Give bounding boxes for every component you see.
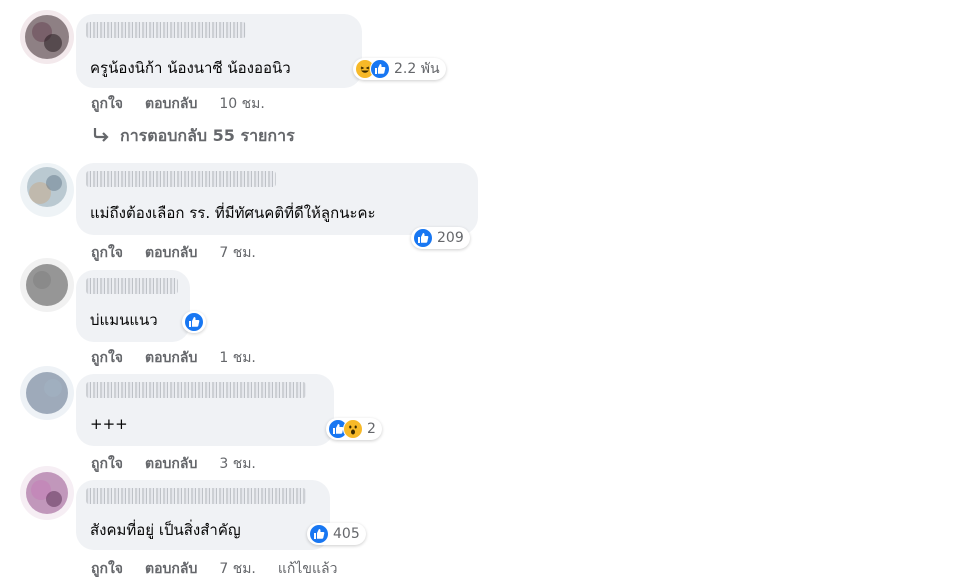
avatar[interactable]: [20, 466, 74, 520]
like-button[interactable]: ถูกใจ: [91, 347, 123, 369]
comment-text: บ่แมนแนว: [90, 311, 158, 329]
avatar[interactable]: [20, 258, 74, 312]
reply-button[interactable]: ตอบกลับ: [145, 93, 197, 115]
author-name[interactable]: [86, 278, 178, 294]
like-button[interactable]: ถูกใจ: [91, 558, 123, 580]
timestamp[interactable]: 7 ชม.: [219, 242, 256, 264]
reaction-summary[interactable]: [182, 311, 206, 333]
comment-text: ครูน้องนิก้า น้องนาซี น้องออนิว: [90, 59, 291, 77]
like-icon: [309, 524, 329, 544]
avatar[interactable]: [20, 163, 74, 217]
comment-actions: ถูกใจ ตอบกลับ 10 ชม.: [91, 93, 265, 115]
comment-text: สังคมที่อยู่ เป็นสิ่งสำคัญ: [90, 521, 241, 539]
comment-bubble: สังคมที่อยู่ เป็นสิ่งสำคัญ: [76, 480, 330, 550]
reaction-summary[interactable]: 405: [307, 523, 366, 545]
like-button[interactable]: ถูกใจ: [91, 242, 123, 264]
comment-bubble: แม่ถึงต้องเลือก รร. ที่มีทัศนคติที่ดีให้…: [76, 163, 478, 235]
comment-bubble: ครูน้องนิก้า น้องนาซี น้องออนิว: [76, 14, 362, 88]
reply-button[interactable]: ตอบกลับ: [145, 453, 197, 475]
author-name[interactable]: [86, 22, 246, 38]
edited-label[interactable]: แก้ไขแล้ว: [278, 558, 338, 580]
like-icon: [370, 59, 390, 79]
reply-button[interactable]: ตอบกลับ: [145, 347, 197, 369]
reaction-summary[interactable]: 2.2 พัน: [353, 58, 446, 80]
comment-text: +++: [90, 415, 128, 433]
reaction-count: 2.2 พัน: [394, 61, 440, 77]
view-replies-label: การตอบกลับ 55 รายการ: [120, 126, 295, 145]
timestamp[interactable]: 3 ชม.: [219, 453, 256, 475]
like-icon: [184, 312, 204, 332]
reaction-count: 209: [437, 230, 464, 246]
comment-bubble: บ่แมนแนว: [76, 270, 190, 342]
reply-button[interactable]: ตอบกลับ: [145, 242, 197, 264]
like-button[interactable]: ถูกใจ: [91, 453, 123, 475]
author-name[interactable]: [86, 488, 306, 504]
reaction-summary[interactable]: 209: [411, 227, 470, 249]
timestamp[interactable]: 1 ชม.: [219, 347, 256, 369]
wow-icon: [343, 419, 363, 439]
comment-actions: ถูกใจ ตอบกลับ 1 ชม.: [91, 347, 256, 369]
reply-arrow-icon: [92, 127, 110, 147]
comment-text: แม่ถึงต้องเลือก รร. ที่มีทัศนคติที่ดีให้…: [90, 204, 376, 222]
comment-bubble: +++: [76, 374, 334, 446]
author-name[interactable]: [86, 171, 276, 187]
comment-actions: ถูกใจ ตอบกลับ 3 ชม.: [91, 453, 256, 475]
reaction-count: 2: [367, 421, 376, 437]
comment-actions: ถูกใจ ตอบกลับ 7 ชม.: [91, 242, 256, 264]
timestamp[interactable]: 10 ชม.: [219, 93, 264, 115]
like-button[interactable]: ถูกใจ: [91, 93, 123, 115]
avatar[interactable]: [20, 366, 74, 420]
view-replies-link[interactable]: การตอบกลับ 55 รายการ: [92, 124, 295, 149]
like-icon: [413, 228, 433, 248]
comment-actions: ถูกใจ ตอบกลับ 7 ชม. แก้ไขแล้ว: [91, 558, 337, 580]
timestamp[interactable]: 7 ชม.: [219, 558, 256, 580]
reply-button[interactable]: ตอบกลับ: [145, 558, 197, 580]
author-name[interactable]: [86, 382, 306, 398]
reaction-summary[interactable]: 2: [326, 418, 382, 440]
avatar[interactable]: [20, 10, 74, 64]
reaction-count: 405: [333, 526, 360, 542]
